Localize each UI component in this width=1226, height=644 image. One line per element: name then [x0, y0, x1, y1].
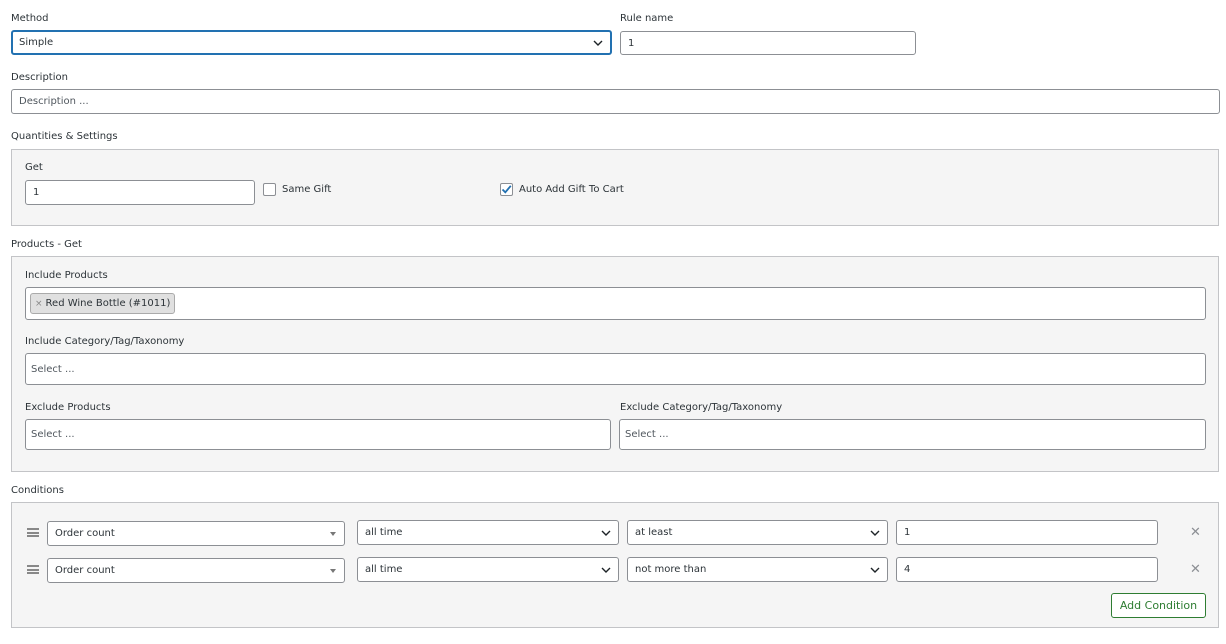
- condition-period-value: all time: [365, 527, 403, 538]
- condition-value: 4: [904, 564, 911, 575]
- condition-value-input[interactable]: 1: [896, 520, 1158, 545]
- chevron-down-icon: [601, 530, 611, 536]
- exclude-category-placeholder: Select ...: [625, 429, 669, 440]
- close-icon[interactable]: ✕: [1190, 563, 1201, 577]
- condition-operator-value: not more than: [635, 564, 707, 575]
- condition-period-select[interactable]: all time: [357, 557, 619, 582]
- checkmark-icon: [501, 185, 512, 194]
- include-products-label: Include Products: [25, 270, 108, 281]
- description-input[interactable]: Description ...: [11, 89, 1220, 114]
- get-quantity-value: 1: [33, 187, 40, 198]
- add-condition-button[interactable]: Add Condition: [1111, 593, 1206, 618]
- description-label: Description: [11, 72, 68, 83]
- close-icon[interactable]: ✕: [1190, 526, 1201, 540]
- products-get-section-title: Products - Get: [11, 239, 82, 250]
- chevron-down-icon: [593, 40, 603, 46]
- exclude-products-label: Exclude Products: [25, 402, 111, 413]
- caret-down-icon: [330, 531, 336, 536]
- exclude-category-label: Exclude Category/Tag/Taxonomy: [620, 402, 783, 413]
- same-gift-checkbox[interactable]: [263, 183, 276, 196]
- condition-value-input[interactable]: 4: [896, 557, 1158, 582]
- chevron-down-icon: [601, 567, 611, 573]
- exclude-category-select[interactable]: Select ...: [619, 419, 1206, 450]
- rule-name-value: 1: [628, 37, 635, 49]
- chevron-down-icon: [870, 530, 880, 536]
- condition-operator-select[interactable]: not more than: [627, 557, 888, 582]
- condition-period-select[interactable]: all time: [357, 520, 619, 545]
- product-tag-label: Red Wine Bottle (#1011): [45, 298, 171, 309]
- include-category-label: Include Category/Tag/Taxonomy: [25, 336, 185, 347]
- get-label: Get: [25, 162, 43, 173]
- description-placeholder: Description ...: [19, 96, 89, 107]
- condition-type-select[interactable]: Order count: [47, 521, 345, 546]
- condition-type-select[interactable]: Order count: [47, 558, 345, 583]
- get-quantity-input[interactable]: 1: [25, 180, 255, 205]
- chevron-down-icon: [870, 567, 880, 573]
- condition-period-value: all time: [365, 564, 403, 575]
- method-label: Method: [11, 13, 49, 24]
- condition-value: 1: [904, 527, 911, 538]
- drag-handle-icon[interactable]: [27, 565, 39, 574]
- auto-add-checkbox[interactable]: [500, 183, 513, 196]
- quantities-section-title: Quantities & Settings: [11, 131, 118, 142]
- drag-handle-icon[interactable]: [27, 528, 39, 537]
- include-category-select[interactable]: Select ...: [25, 353, 1206, 385]
- condition-operator-value: at least: [635, 527, 673, 538]
- caret-down-icon: [330, 568, 336, 573]
- condition-type-value: Order count: [55, 528, 115, 539]
- auto-add-label: Auto Add Gift To Cart: [519, 184, 624, 195]
- exclude-products-placeholder: Select ...: [31, 429, 75, 440]
- include-category-placeholder: Select ...: [31, 363, 75, 375]
- tag-remove-icon[interactable]: ×: [35, 299, 43, 309]
- condition-operator-select[interactable]: at least: [627, 520, 888, 545]
- condition-type-value: Order count: [55, 565, 115, 576]
- include-products-select[interactable]: × Red Wine Bottle (#1011): [25, 287, 1206, 320]
- rule-name-input[interactable]: 1: [620, 31, 916, 55]
- product-tag: × Red Wine Bottle (#1011): [30, 293, 176, 314]
- same-gift-label: Same Gift: [282, 184, 332, 195]
- rule-name-label: Rule name: [620, 13, 674, 24]
- method-value: Simple: [19, 37, 54, 48]
- method-select[interactable]: Simple: [11, 30, 612, 55]
- conditions-section-title: Conditions: [11, 485, 64, 496]
- exclude-products-select[interactable]: Select ...: [25, 419, 611, 450]
